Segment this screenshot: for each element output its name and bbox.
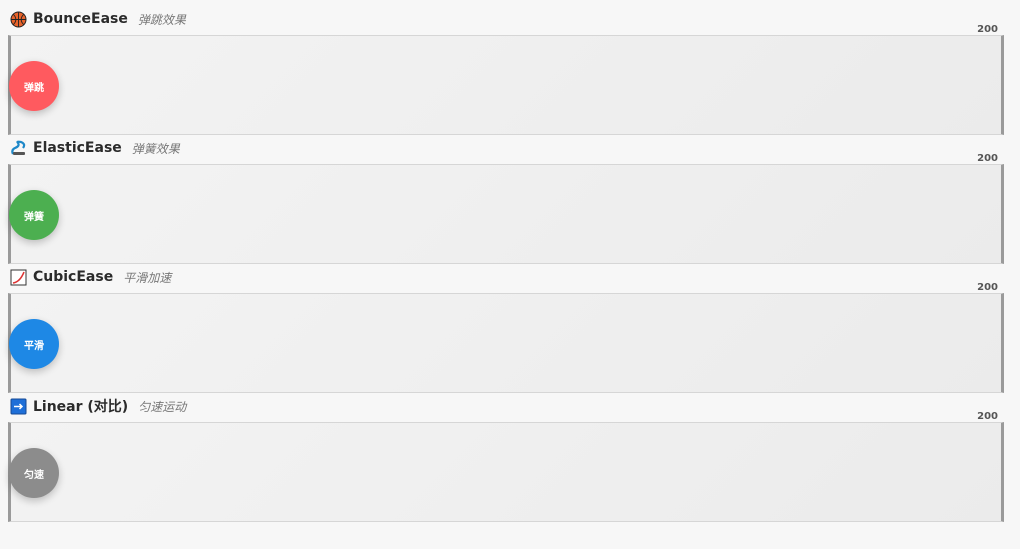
basketball-icon: [10, 11, 27, 28]
linear-header: Linear (对比) 匀速运动: [10, 395, 186, 417]
elastic-ease-header: ElasticEase 弹簧效果: [10, 137, 180, 159]
animation-track: [8, 164, 1004, 264]
section-subtitle: 匀速运动: [138, 399, 187, 414]
ball-label: 弹跳: [24, 82, 44, 94]
linear-section: Linear (对比) 匀速运动 200 匀速: [0, 395, 1020, 524]
max-value-label: 200: [977, 153, 998, 164]
section-subtitle: 弹跳效果: [137, 12, 186, 27]
section-title: Linear (对比): [33, 399, 129, 415]
linear-ball: 匀速: [9, 448, 59, 498]
bounce-ball: 弹跳: [9, 61, 59, 111]
ball-label: 匀速: [24, 469, 44, 481]
section-title: CubicEase: [33, 269, 114, 285]
bounce-ease-header: BounceEase 弹跳效果: [10, 8, 186, 30]
elastic-ball: 弹簧: [9, 190, 59, 240]
bounce-ease-section: BounceEase 弹跳效果 200 弹跳: [0, 8, 1020, 137]
max-value-label: 200: [977, 411, 998, 422]
animation-track: [8, 293, 1004, 393]
arrow-right-icon: [10, 398, 27, 415]
ball-label: 平滑: [24, 340, 44, 352]
cubic-ease-header: CubicEase 平滑加速: [10, 266, 171, 288]
section-title: BounceEase: [33, 11, 128, 27]
animation-track: [8, 35, 1004, 135]
max-value-label: 200: [977, 282, 998, 293]
cubic-ball: 平滑: [9, 319, 59, 369]
elastic-ease-section: ElasticEase 弹簧效果 200 弹簧: [0, 137, 1020, 266]
section-subtitle: 弹簧效果: [131, 141, 180, 156]
section-subtitle: 平滑加速: [123, 270, 172, 285]
section-title: ElasticEase: [33, 140, 122, 156]
easing-demo-page: { "sections": [ {"title": "BounceEase", …: [0, 0, 1020, 549]
ball-label: 弹簧: [24, 211, 44, 223]
animation-track: [8, 422, 1004, 522]
spring-icon: [10, 140, 27, 157]
max-value-label: 200: [977, 24, 998, 35]
cubic-ease-section: CubicEase 平滑加速 200 平滑: [0, 266, 1020, 395]
chart-curve-icon: [10, 269, 27, 286]
